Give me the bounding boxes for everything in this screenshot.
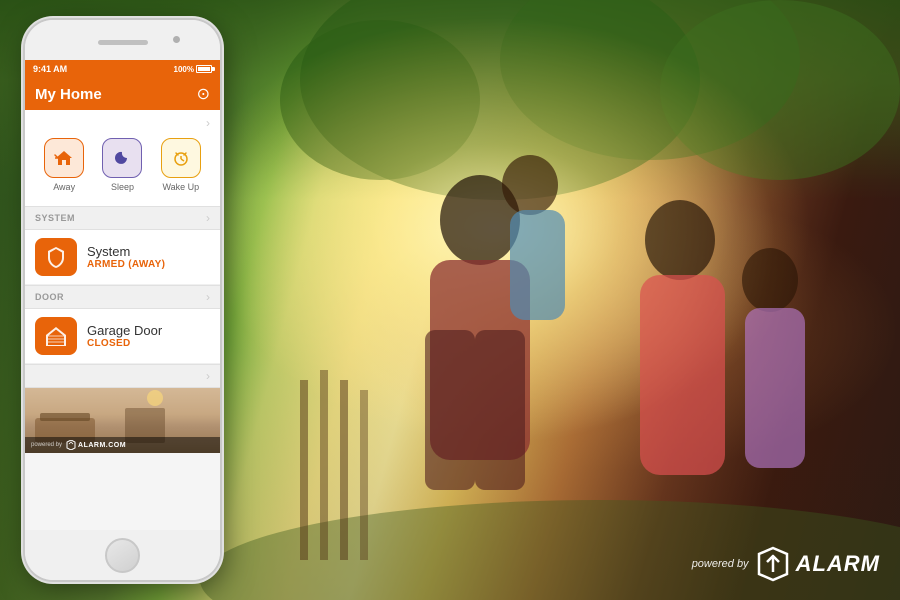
- camera-thumbnail[interactable]: powered by ALARM.COM: [25, 388, 220, 453]
- sleep-label: Sleep: [111, 182, 134, 192]
- system-device-name: System: [87, 244, 210, 259]
- away-button[interactable]: Away: [44, 138, 84, 192]
- watermark-powered-text: powered by: [692, 558, 749, 570]
- sleep-icon: [102, 138, 142, 178]
- quick-actions-nav: ›: [25, 114, 220, 132]
- phone-speaker: [98, 40, 148, 45]
- wakeup-icon: [161, 138, 201, 178]
- system-section-header: SYSTEM ›: [25, 206, 220, 230]
- phone-camera: [173, 36, 180, 43]
- battery-percent: 100%: [174, 65, 194, 74]
- alarm-logo: ALARM: [755, 546, 880, 582]
- camera-chevron-icon[interactable]: ›: [206, 369, 210, 383]
- alarm-logo-text: ALARM: [796, 551, 880, 577]
- app-title: My Home: [35, 86, 102, 103]
- shield-icon: [44, 245, 68, 269]
- camera-powered-text: powered by: [31, 442, 62, 448]
- battery-icon: [196, 65, 212, 73]
- alarm-logo-icon: [755, 546, 791, 582]
- wakeup-label: Wake Up: [162, 182, 199, 192]
- away-label: Away: [53, 182, 75, 192]
- door-device-item[interactable]: Garage Door CLOSED: [25, 309, 220, 364]
- garage-device-name: Garage Door: [87, 323, 210, 338]
- system-device-info: System ARMED (AWAY): [87, 244, 210, 270]
- alarm-logo-small-text: ALARM.COM: [78, 442, 126, 449]
- system-device-status: ARMED (AWAY): [87, 259, 210, 270]
- system-section-title: SYSTEM: [35, 213, 75, 223]
- camera-overlay-bar: powered by ALARM.COM: [25, 437, 220, 453]
- alarm-logo-small-icon: [66, 440, 76, 450]
- status-time: 9:41 AM: [33, 64, 67, 74]
- alarm-clock-icon: [171, 148, 191, 168]
- chevron-right-icon[interactable]: ›: [206, 116, 210, 130]
- screen-content: › Away: [25, 110, 220, 530]
- system-device-item[interactable]: System ARMED (AWAY): [25, 230, 220, 285]
- alarm-logo-small: ALARM.COM: [66, 440, 126, 450]
- quick-actions-row: Away Sleep: [25, 132, 220, 202]
- sleep-button[interactable]: Sleep: [102, 138, 142, 192]
- phone-bezel-top: [25, 20, 220, 60]
- system-icon-container: [35, 238, 77, 276]
- status-battery: 100%: [174, 65, 212, 74]
- bottom-watermark: powered by ALARM: [692, 546, 880, 582]
- garage-icon-container: [35, 317, 77, 355]
- phone: 9:41 AM 100% My Home ⊙ ›: [25, 20, 220, 580]
- settings-icon[interactable]: ⊙: [197, 84, 210, 104]
- garage-device-status: CLOSED: [87, 338, 210, 349]
- door-chevron-icon[interactable]: ›: [206, 290, 210, 304]
- moon-icon: [113, 149, 131, 167]
- home-button[interactable]: [105, 538, 140, 573]
- door-section-title: DOOR: [35, 292, 64, 302]
- garage-door-icon: [43, 325, 69, 347]
- phone-bezel-bottom: [25, 530, 220, 580]
- camera-section-header: ›: [25, 364, 220, 388]
- wakeup-button[interactable]: Wake Up: [161, 138, 201, 192]
- away-icon: [44, 138, 84, 178]
- phone-wrapper: 9:41 AM 100% My Home ⊙ ›: [0, 0, 230, 600]
- away-house-icon: [54, 149, 74, 167]
- quick-actions-wrapper: › Away: [25, 110, 220, 206]
- battery-fill: [198, 67, 210, 71]
- status-bar: 9:41 AM 100%: [25, 60, 220, 78]
- app-header: My Home ⊙: [25, 78, 220, 110]
- garage-device-info: Garage Door CLOSED: [87, 323, 210, 349]
- system-chevron-icon[interactable]: ›: [206, 211, 210, 225]
- door-section-header: DOOR ›: [25, 285, 220, 309]
